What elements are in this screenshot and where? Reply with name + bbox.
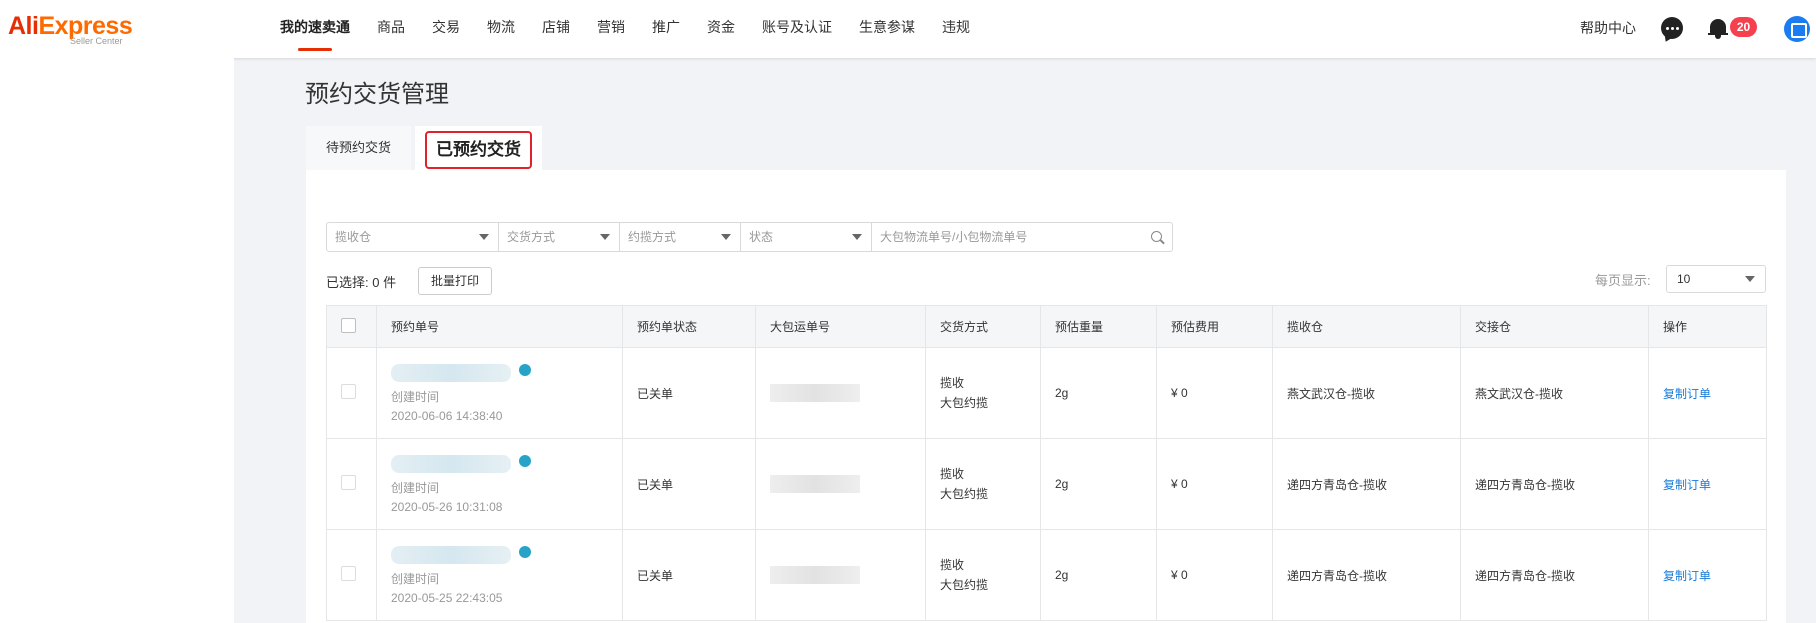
nav-item-business-advisor[interactable]: 生意参谋 [859, 0, 915, 58]
reservation-number-redacted [391, 363, 531, 382]
chevron-down-icon [852, 234, 862, 240]
nav-item-logistics[interactable]: 物流 [487, 0, 515, 58]
tracking-number-redacted [770, 475, 860, 493]
handover-warehouse-cell: 递四方青岛仓-揽收 [1460, 529, 1649, 621]
column-header: 大包运单号 [755, 305, 926, 348]
created-label: 创建时间 [391, 571, 440, 586]
pickup-warehouse-cell: 递四方青岛仓-揽收 [1272, 438, 1461, 530]
copy-order-link[interactable]: 复制订单 [1663, 387, 1711, 401]
info-icon[interactable] [519, 454, 531, 467]
weight-cell: 2g [1040, 347, 1157, 439]
notification-badge: 20 [1730, 17, 1757, 37]
nav-item-promotion[interactable]: 推广 [652, 0, 680, 58]
info-icon[interactable] [519, 545, 531, 558]
warehouse-select[interactable]: 揽收仓 [327, 223, 499, 251]
column-header: 预约单号 [376, 305, 623, 348]
fee-cell: ¥ 0 [1156, 529, 1273, 621]
select-all-cell [326, 305, 377, 348]
reservation-number-redacted [391, 545, 531, 564]
content-card: 揽收仓 交货方式 约揽方式 状态 大包物流单号/小包物流单号 已选择: 0 件 … [306, 170, 1786, 623]
tracking-number-redacted [770, 566, 860, 584]
logo-subtitle: Seller Center [70, 36, 123, 46]
created-time: 2020-05-26 10:31:08 [391, 499, 503, 514]
created-time: 2020-05-25 22:43:05 [391, 590, 503, 605]
main-nav: 我的速卖通 商品 交易 物流 店铺 营销 推广 资金 账号及认证 生意参谋 违规 [280, 0, 997, 58]
nav-item-store[interactable]: 店铺 [542, 0, 570, 58]
pickup-method-select[interactable]: 约揽方式 [620, 223, 741, 251]
weight-cell: 2g [1040, 529, 1157, 621]
created-label: 创建时间 [391, 389, 440, 404]
select-all-checkbox[interactable] [341, 317, 356, 333]
column-header: 交货方式 [925, 305, 1041, 348]
column-header: 操作 [1648, 305, 1767, 348]
sidebar [0, 58, 234, 623]
tracking-number-redacted [770, 384, 860, 402]
weight-cell: 2g [1040, 438, 1157, 530]
nav-item-orders[interactable]: 交易 [432, 0, 460, 58]
delivery-method-cell: 揽收 大包约揽 [925, 347, 1041, 439]
created-label: 创建时间 [391, 480, 440, 495]
status-cell: 已关单 [622, 347, 756, 439]
status-cell: 已关单 [622, 529, 756, 621]
store-avatar-icon[interactable] [1784, 16, 1810, 42]
column-header: 预约单状态 [622, 305, 756, 348]
table-row: 创建时间 2020-05-26 10:31:08 已关单 揽收 大包约揽 2g ¥… [326, 438, 1767, 530]
nav-item-marketing[interactable]: 营销 [597, 0, 625, 58]
row-checkbox[interactable] [341, 475, 356, 490]
fee-cell: ¥ 0 [1156, 347, 1273, 439]
table-row: 创建时间 2020-05-25 22:43:05 已关单 揽收 大包约揽 2g ¥… [326, 529, 1767, 621]
nav-item-funds[interactable]: 资金 [707, 0, 735, 58]
table-header-row: 预约单号 预约单状态 大包运单号 交货方式 预估重量 预估费用 揽收仓 交接仓 … [326, 305, 1767, 348]
chevron-down-icon [479, 234, 489, 240]
search-icon[interactable] [1151, 231, 1162, 242]
info-icon[interactable] [519, 363, 531, 376]
row-checkbox[interactable] [341, 384, 356, 399]
delivery-method-cell: 揽收 大包约揽 [925, 438, 1041, 530]
handover-warehouse-cell: 递四方青岛仓-揽收 [1460, 438, 1649, 530]
tabs: 待预约交货 已预约交货 [306, 126, 546, 170]
created-time: 2020-06-06 14:38:40 [391, 408, 503, 423]
message-icon[interactable] [1661, 17, 1683, 39]
copy-order-link[interactable]: 复制订单 [1663, 569, 1711, 583]
chevron-down-icon [1745, 276, 1755, 282]
status-select[interactable]: 状态 [741, 223, 872, 251]
nav-item-account[interactable]: 账号及认证 [762, 0, 832, 58]
handover-warehouse-cell: 燕文武汉仓-揽收 [1460, 347, 1649, 439]
row-checkbox[interactable] [341, 566, 356, 581]
per-page-label: 每页显示: [1595, 273, 1651, 288]
delivery-method-select[interactable]: 交货方式 [499, 223, 620, 251]
per-page-select[interactable]: 10 [1666, 265, 1766, 293]
pickup-warehouse-cell: 递四方青岛仓-揽收 [1272, 529, 1461, 621]
filter-bar: 揽收仓 交货方式 约揽方式 状态 大包物流单号/小包物流单号 [326, 222, 1173, 252]
copy-order-link[interactable]: 复制订单 [1663, 478, 1711, 492]
selected-count: 已选择: 0 件 [326, 275, 397, 290]
status-cell: 已关单 [622, 438, 756, 530]
table-row: 创建时间 2020-06-06 14:38:40 已关单 揽收 大包约揽 2g ¥… [326, 347, 1767, 439]
page-title: 预约交货管理 [305, 81, 449, 108]
column-header: 揽收仓 [1272, 305, 1461, 348]
tab-pending-reservation[interactable]: 待预约交货 [306, 126, 412, 170]
column-header: 预估费用 [1156, 305, 1273, 348]
chevron-down-icon [721, 234, 731, 240]
aliexpress-logo[interactable]: AliExpress Seller Center [8, 12, 133, 46]
help-center-link[interactable]: 帮助中心 [1580, 18, 1636, 38]
tracking-search-input[interactable]: 大包物流单号/小包物流单号 [872, 223, 1172, 251]
nav-item-products[interactable]: 商品 [377, 0, 405, 58]
bell-icon[interactable] [1708, 17, 1728, 39]
column-header: 交接仓 [1460, 305, 1649, 348]
pickup-warehouse-cell: 燕文武汉仓-揽收 [1272, 347, 1461, 439]
nav-item-my-aliexpress[interactable]: 我的速卖通 [280, 0, 350, 58]
nav-item-violations[interactable]: 违规 [942, 0, 970, 58]
tab-reserved-label: 已预约交货 [425, 131, 533, 169]
top-navigation-bar: AliExpress Seller Center 我的速卖通 商品 交易 物流 … [0, 0, 1816, 58]
delivery-method-cell: 揽收 大包约揽 [925, 529, 1041, 621]
fee-cell: ¥ 0 [1156, 438, 1273, 530]
column-header: 预估重量 [1040, 305, 1157, 348]
reservation-number-redacted [391, 454, 531, 473]
reservation-table: 预约单号 预约单状态 大包运单号 交货方式 预估重量 预估费用 揽收仓 交接仓 … [326, 305, 1767, 621]
batch-print-button[interactable]: 批量打印 [418, 267, 492, 295]
tab-reserved[interactable]: 已预约交货 [415, 126, 543, 170]
chevron-down-icon [600, 234, 610, 240]
